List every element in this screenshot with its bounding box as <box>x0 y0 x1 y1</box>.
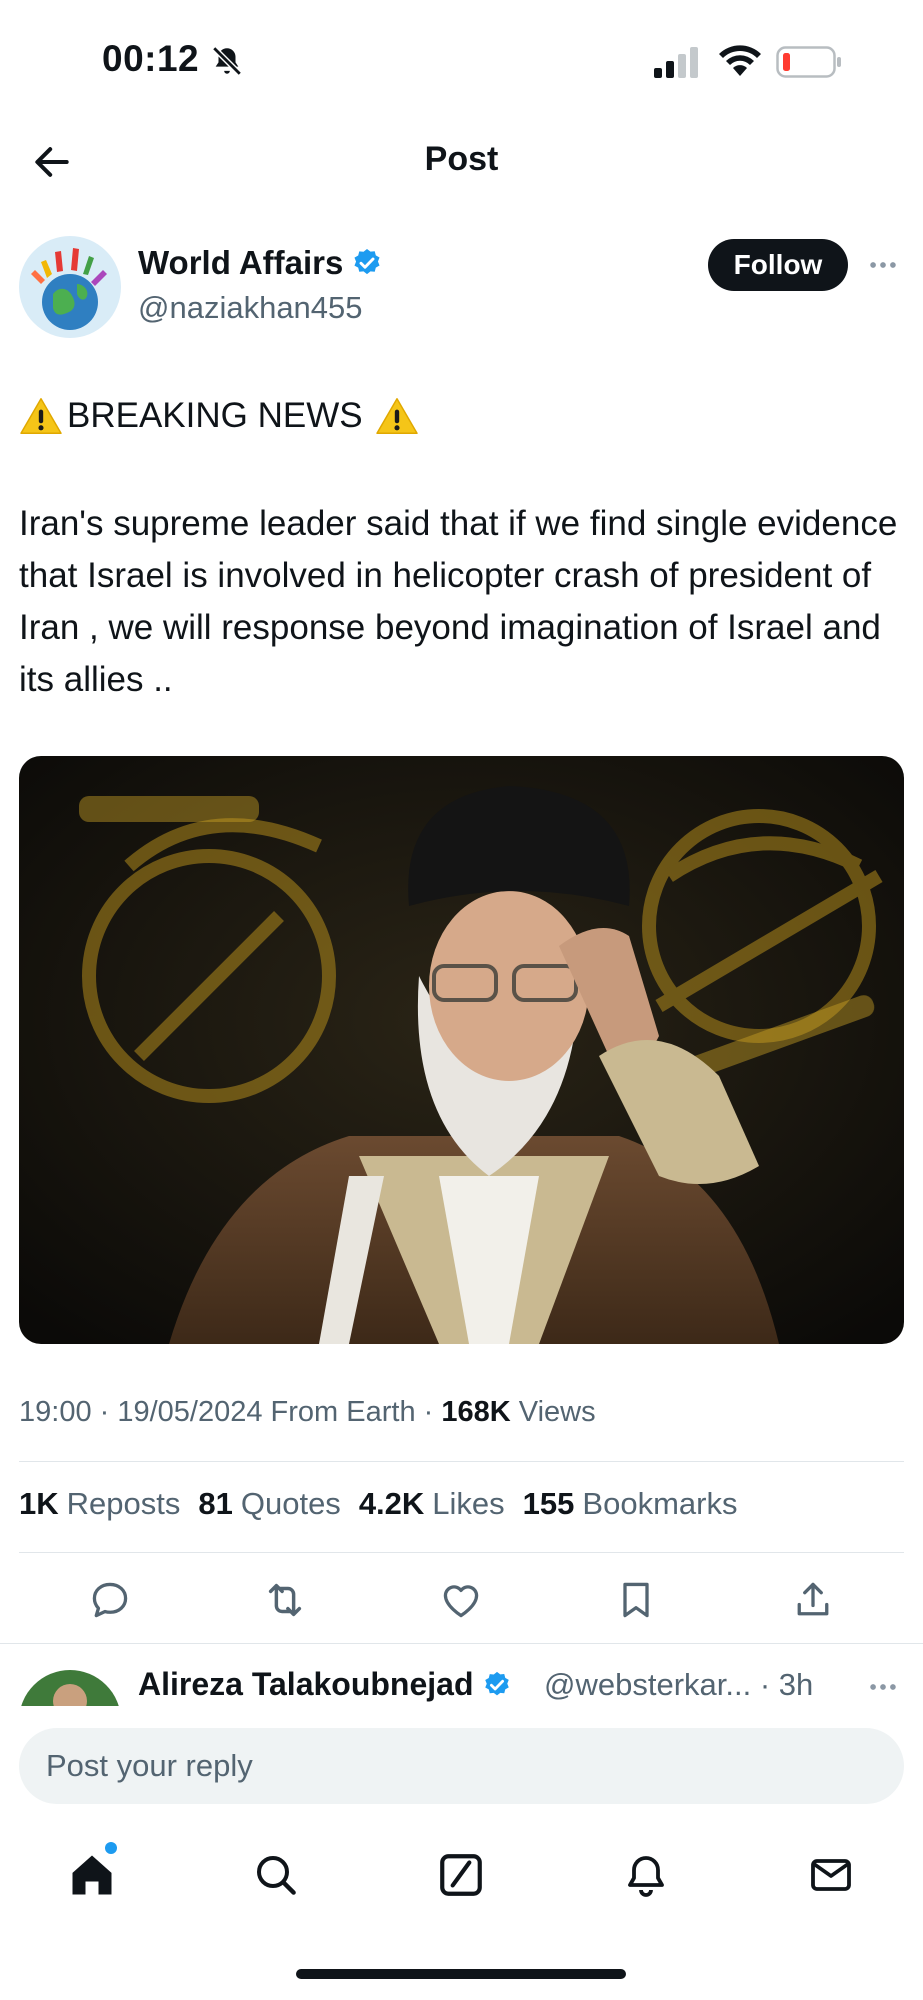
page-title: Post <box>424 140 499 178</box>
verified-badge-icon <box>484 1671 509 1695</box>
search-icon[interactable] <box>241 1840 311 1910</box>
post-body: Iran's supreme leader said that if we fi… <box>19 504 898 699</box>
author-handle[interactable]: @naziakhan455 <box>138 290 363 326</box>
notifications-icon[interactable] <box>611 1840 681 1910</box>
post-headline: BREAKING NEWS <box>19 396 419 436</box>
divider <box>19 1461 904 1462</box>
cellular-signal-icon <box>654 47 698 78</box>
status-time: 00:12 <box>102 38 200 79</box>
quotes-stat[interactable]: 81 Quotes <box>198 1486 340 1522</box>
reply-avatar[interactable] <box>19 1670 121 1706</box>
author-name-row[interactable]: World Affairs <box>138 244 383 282</box>
post-meta: 19:00 · 19/05/2024 From Earth · 168K Vie… <box>19 1396 596 1429</box>
post-image[interactable] <box>19 756 904 1344</box>
reposts-stat[interactable]: 1K Reposts <box>19 1486 180 1522</box>
author-avatar[interactable] <box>19 236 121 338</box>
headline-text: BREAKING NEWS <box>67 396 363 435</box>
divider <box>19 1552 904 1553</box>
grok-icon[interactable] <box>426 1840 496 1910</box>
wifi-icon <box>719 45 761 76</box>
bookmarks-stat[interactable]: 155 Bookmarks <box>523 1486 738 1522</box>
reply-input-container[interactable] <box>19 1728 904 1804</box>
bookmark-icon[interactable] <box>606 1570 666 1630</box>
bottom-nav <box>0 1840 923 1930</box>
home-icon[interactable] <box>57 1840 127 1910</box>
share-icon[interactable] <box>783 1570 843 1630</box>
messages-icon[interactable] <box>796 1840 866 1910</box>
bell-muted-icon <box>212 46 242 76</box>
more-options-icon[interactable] <box>866 1670 900 1704</box>
repost-icon[interactable] <box>255 1570 315 1630</box>
reply-icon[interactable] <box>80 1570 140 1630</box>
reply-handle-time: @websterkar... · 3h <box>544 1667 814 1702</box>
reply-author-name[interactable]: Alireza Talakoubnejad <box>138 1666 474 1703</box>
engagement-stats: 1K Reposts 81 Quotes 4.2K Likes 155 Bookmark… <box>19 1486 737 1522</box>
warning-icon <box>375 398 418 434</box>
like-icon[interactable] <box>431 1570 491 1630</box>
likes-stat[interactable]: 4.2K Likes <box>359 1486 505 1522</box>
more-options-icon[interactable] <box>866 248 900 282</box>
author-name[interactable]: World Affairs <box>138 244 343 282</box>
divider <box>0 1643 923 1644</box>
views-label: Views <box>518 1396 596 1428</box>
notification-dot <box>105 1842 117 1854</box>
battery-icon <box>776 46 841 78</box>
warning-icon <box>20 398 62 434</box>
follow-button[interactable]: Follow <box>708 239 848 291</box>
verified-badge-icon <box>354 249 380 275</box>
post-timestamp: 19:00 · 19/05/2024 From Earth · <box>19 1396 434 1428</box>
home-indicator <box>296 1969 626 1979</box>
reply-author-row[interactable]: Alireza Talakoubnejad <box>138 1666 512 1703</box>
views-count: 168K <box>441 1396 511 1428</box>
reply-input[interactable] <box>19 1728 904 1804</box>
